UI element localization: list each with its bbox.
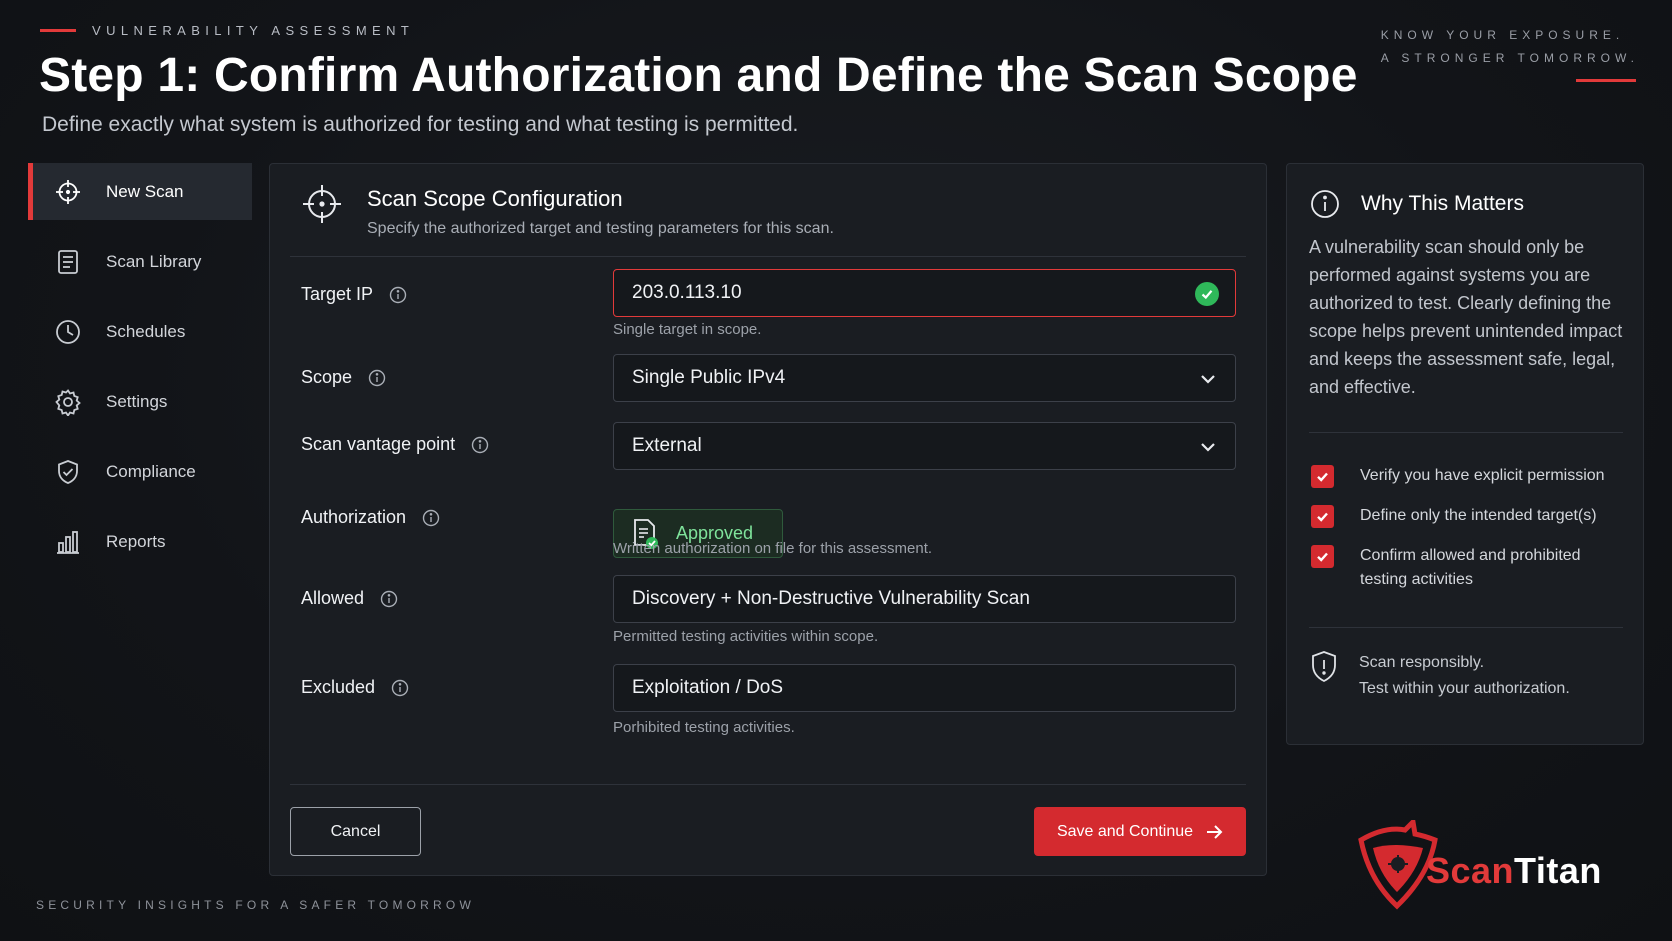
eyebrow-label: VULNERABILITY ASSESSMENT	[92, 23, 415, 38]
card-header: Scan Scope Configuration Specify the aut…	[290, 164, 1246, 257]
excluded-helper: Porhibited testing activities.	[613, 719, 795, 736]
field-label-text: Scope	[301, 367, 353, 387]
field-label-text: Authorization	[301, 507, 407, 527]
info-icon	[1309, 188, 1341, 220]
responsibility-line-2: Test within your authorization.	[1359, 680, 1570, 697]
tagline-accent-line	[1576, 79, 1636, 82]
info-icon[interactable]	[368, 369, 386, 387]
cancel-button[interactable]: Cancel	[290, 807, 421, 856]
tagline: KNOW YOUR EXPOSURE. A STRONGER TOMORROW.	[1381, 24, 1639, 70]
info-icon[interactable]	[389, 286, 407, 304]
info-icon[interactable]	[391, 679, 409, 697]
crosshair-icon	[54, 178, 82, 206]
card-footer-divider	[290, 784, 1246, 785]
logo-wordmark: ScanTitan	[1426, 850, 1602, 892]
excluded-label: Excluded	[301, 677, 409, 698]
shield-alert-icon	[1309, 650, 1339, 684]
checkbox-checked-icon	[1311, 465, 1334, 488]
checklist-item: Confirm allowed and prohibited testing a…	[1311, 544, 1630, 592]
responsibility-text: Scan responsibly. Test within your autho…	[1359, 650, 1570, 702]
panel-divider	[1309, 432, 1623, 433]
authorization-label: Authorization	[301, 507, 440, 528]
checklist-text: Define only the intended target(s)	[1360, 507, 1597, 524]
checklist-text: Verify you have explicit permission	[1360, 467, 1605, 484]
bar-chart-icon	[54, 528, 82, 556]
scantitan-logo: ScanTitan	[1355, 820, 1645, 910]
panel-description: A vulnerability scan should only be perf…	[1309, 237, 1623, 397]
why-this-matters-panel: Why This Matters A vulnerability scan sh…	[1286, 163, 1644, 745]
checkbox-checked-icon	[1311, 545, 1334, 568]
sidebar-item-scan-library[interactable]: Scan Library	[28, 233, 252, 290]
clock-icon	[54, 318, 82, 346]
logo-wordmark-titan: Titan	[1514, 850, 1602, 891]
card-subtitle: Specify the authorized target and testin…	[367, 220, 834, 237]
tagline-line-1: KNOW YOUR EXPOSURE.	[1380, 28, 1625, 42]
sidebar-item-label: Schedules	[106, 321, 186, 341]
sidebar-item-schedules[interactable]: Schedules	[28, 303, 252, 360]
sidebar-item-label: New Scan	[106, 181, 184, 201]
allowed-input[interactable]: Discovery + Non-Destructive Vulnerabilit…	[613, 575, 1236, 623]
checklist-text: Confirm allowed and prohibited testing a…	[1360, 547, 1581, 588]
sidebar-item-label: Scan Library	[106, 251, 202, 271]
field-label-text: Target IP	[301, 284, 374, 304]
info-icon[interactable]	[422, 509, 440, 527]
eyebrow-accent-line	[40, 29, 76, 32]
target-ip-helper: Single target in scope.	[613, 321, 762, 338]
sidebar-item-label: Compliance	[106, 461, 196, 481]
panel-divider	[1309, 627, 1623, 628]
field-label-text: Scan vantage point	[301, 434, 456, 454]
card-title: Scan Scope Configuration	[367, 186, 623, 211]
target-ip-label: Target IP	[301, 284, 407, 305]
page-title: Step 1: Confirm Authorization and Define…	[39, 49, 1358, 102]
vantage-value: External	[632, 435, 702, 456]
vantage-select[interactable]: External	[613, 422, 1236, 470]
scope-value: Single Public IPv4	[632, 367, 786, 388]
document-icon	[54, 248, 82, 276]
target-ip-input[interactable]: 203.0.113.10	[613, 269, 1236, 317]
field-label-text: Allowed	[301, 588, 365, 608]
field-label-text: Excluded	[301, 677, 376, 697]
logo-wordmark-scan: Scan	[1426, 850, 1515, 891]
footer-tagline: SECURITY INSIGHTS FOR A SAFER TOMORROW	[36, 898, 475, 912]
panel-header: Why This Matters	[1309, 188, 1524, 220]
allowed-label: Allowed	[301, 588, 398, 609]
gear-icon	[54, 388, 82, 416]
panel-title: Why This Matters	[1361, 192, 1524, 215]
sidebar-item-label: Settings	[106, 391, 168, 411]
sidebar-item-label: Reports	[106, 531, 166, 551]
sidebar-item-new-scan[interactable]: New Scan	[28, 163, 252, 220]
save-button-label: Save and Continue	[1056, 822, 1194, 840]
checklist-item: Define only the intended target(s)	[1311, 504, 1630, 528]
scope-select[interactable]: Single Public IPv4	[613, 354, 1236, 402]
responsibility-note: Scan responsibly. Test within your autho…	[1309, 650, 1570, 702]
chevron-down-icon	[1199, 370, 1217, 388]
checkbox-checked-icon	[1311, 505, 1334, 528]
sidebar-item-reports[interactable]: Reports	[28, 513, 252, 570]
page-subtitle: Define exactly what system is authorized…	[42, 113, 799, 136]
sidebar-item-compliance[interactable]: Compliance	[28, 443, 252, 500]
vantage-label: Scan vantage point	[301, 434, 489, 455]
scope-label: Scope	[301, 367, 386, 388]
save-and-continue-button[interactable]: Save and Continue	[1034, 807, 1246, 856]
scan-scope-card: Scan Scope Configuration Specify the aut…	[269, 163, 1267, 876]
sidebar: New Scan Scan Library Schedules Settings…	[28, 163, 252, 583]
allowed-helper: Permitted testing activities within scop…	[613, 628, 879, 645]
info-icon[interactable]	[380, 590, 398, 608]
checklist-item: Verify you have explicit permission	[1311, 464, 1630, 488]
crosshair-icon	[300, 182, 344, 226]
arrow-right-icon	[1205, 823, 1223, 841]
sidebar-item-settings[interactable]: Settings	[28, 373, 252, 430]
chevron-down-icon	[1199, 438, 1217, 456]
tagline-line-2: A STRONGER TOMORROW.	[1380, 51, 1639, 65]
excluded-value: Exploitation / DoS	[632, 677, 784, 698]
authorization-helper: Written authorization on file for this a…	[613, 540, 933, 557]
responsibility-line-1: Scan responsibly.	[1359, 654, 1485, 671]
info-icon[interactable]	[471, 436, 489, 454]
excluded-input[interactable]: Exploitation / DoS	[613, 664, 1236, 712]
allowed-value: Discovery + Non-Destructive Vulnerabilit…	[632, 588, 1030, 609]
check-circle-icon	[1195, 282, 1219, 306]
target-ip-value: 203.0.113.10	[632, 282, 742, 303]
shield-check-icon	[54, 458, 82, 486]
